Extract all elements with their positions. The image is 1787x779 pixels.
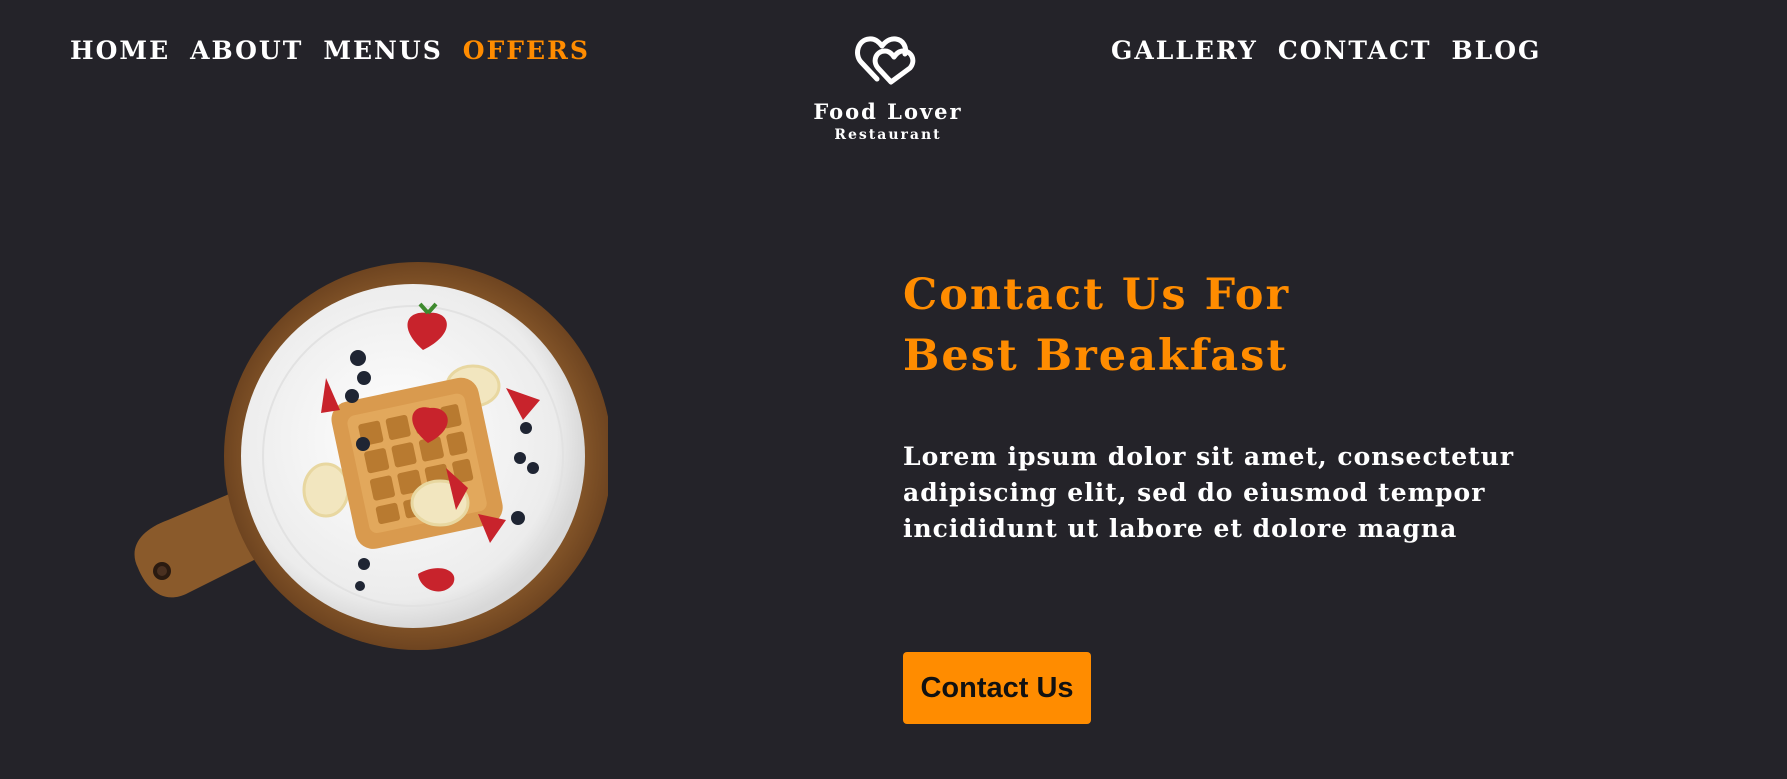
hero-title: Contact Us For Best Breakfast (903, 265, 1543, 387)
double-heart-icon (855, 36, 916, 85)
nav-left: HOME ABOUT MENUS OFFERS (70, 36, 590, 66)
logo[interactable]: Food Lover Restaurant (788, 32, 988, 144)
nav-offers[interactable]: OFFERS (463, 36, 590, 66)
logo-name: Food Lover (813, 99, 963, 124)
nav-blog[interactable]: BLOG (1451, 36, 1541, 66)
nav-right: GALLERY CONTACT BLOG (1111, 36, 1541, 66)
hero-title-line-1: Contact Us For (903, 270, 1291, 320)
nav-about[interactable]: ABOUT (190, 36, 303, 66)
logo-subtitle: Restaurant (834, 127, 942, 143)
hero-description: Lorem ipsum dolor sit amet, consectetur … (903, 442, 1515, 543)
nav-contact[interactable]: CONTACT (1278, 36, 1432, 66)
nav-menus[interactable]: MENUS (323, 36, 442, 66)
nav-gallery[interactable]: GALLERY (1111, 36, 1258, 66)
nav-home[interactable]: HOME (70, 36, 170, 66)
hero-content: Contact Us For Best Breakfast Lorem ipsu… (903, 265, 1543, 547)
hero-title-line-2: Best Breakfast (903, 331, 1289, 381)
waffle-plate-image (134, 262, 608, 650)
contact-us-button[interactable]: Contact Us (903, 652, 1091, 724)
